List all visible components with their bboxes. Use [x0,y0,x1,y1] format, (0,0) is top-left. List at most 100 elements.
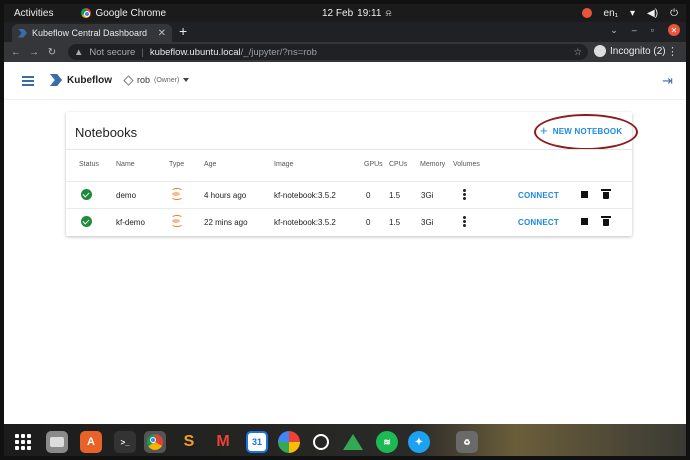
spotify-icon[interactable]: ≋ [376,431,398,453]
ubuntu-status-icon[interactable] [581,8,592,18]
notebook-gpus: 0 [366,191,371,200]
power-icon[interactable]: ⏻ [670,8,678,19]
kubeflow-logo[interactable]: Kubeflow [50,74,112,86]
connect-button[interactable]: CONNECT [518,191,559,200]
column-header-memory[interactable]: Memory [420,161,445,168]
input-language[interactable]: en₁ [604,8,619,19]
jupyter-icon [170,187,183,201]
delete-icon[interactable] [601,216,611,226]
clock-time: 19:11 [357,7,382,19]
browser-toolbar: ← → ↻ ▲ Not secure | kubeflow.ubuntu.loc… [4,42,686,62]
notebooks-card: Notebooks + NEW NOTEBOOK Status Name Typ… [66,112,638,236]
drive-icon[interactable] [342,431,364,453]
notebook-name: kf-demo [116,218,145,227]
incognito-icon [594,45,606,57]
dropdown-caret-icon [183,78,190,82]
url-text: kubeflow.ubuntu.local/_/jupyter/?ns=rob [150,47,317,58]
column-header-cpus[interactable]: CPUs [389,161,407,168]
column-header-age[interactable]: Age [204,161,216,168]
browser-menu-icon[interactable]: ⋮ [667,45,678,58]
browser-tab[interactable]: Kubeflow Central Dashboard ✕ [12,24,172,42]
active-app-name: Google Chrome [95,7,167,19]
volumes-menu-icon[interactable] [463,189,466,200]
clock[interactable]: 12 Feb 19:11 ⍾ [322,8,391,19]
column-header-volumes[interactable]: Volumes [453,161,480,168]
reload-button[interactable]: ↻ [46,47,58,58]
show-apps-icon[interactable] [12,431,34,453]
logout-icon[interactable]: ⇥ [662,74,676,88]
namespace-cube-icon [123,74,134,86]
url-path: /_/jupyter/?ns=rob [240,46,317,58]
clock-date: 12 Feb [322,7,354,19]
column-header-image[interactable]: Image [274,161,293,168]
connect-button[interactable]: CONNECT [518,218,559,227]
tab-search-icon[interactable]: ⌄ [610,25,618,36]
kubeflow-mark-icon [50,74,62,86]
tab-strip: Kubeflow Central Dashboard ✕ + ⌄ – ▫ ✕ [4,22,686,42]
incognito-label: Incognito (2) [610,45,666,57]
kubeflow-brand: Kubeflow [67,74,112,86]
minimize-button[interactable]: – [632,25,637,35]
incognito-profile-button[interactable]: Incognito (2) [594,45,666,57]
status-ready-icon [81,216,92,227]
column-header-gpus[interactable]: GPUs [364,161,383,168]
notebook-gpus: 0 [366,218,371,227]
separator: | [141,46,144,58]
column-header-type[interactable]: Type [169,161,184,168]
dock: A >_ S M 31 ≋ ✦ ♻ [4,424,686,459]
trash-icon[interactable]: ♻ [456,431,478,453]
calendar-icon[interactable]: 31 [246,431,268,453]
hamburger-menu-icon[interactable] [22,76,34,86]
forward-button[interactable]: → [28,47,40,58]
bookmark-star-icon[interactable]: ☆ [573,47,582,58]
card-title: Notebooks [75,125,138,140]
chrome-dock-icon[interactable] [144,431,166,453]
kubeflow-header: Kubeflow rob (Owner) ⇥ [4,62,686,100]
notebook-age: 4 hours ago [204,191,247,200]
column-header-name[interactable]: Name [116,161,135,168]
security-label: Not secure [89,46,136,58]
tab-title: Kubeflow Central Dashboard [32,28,148,38]
software-icon[interactable]: A [80,431,102,453]
address-bar[interactable]: ▲ Not secure | kubeflow.ubuntu.local/_/j… [68,44,588,60]
kubeflow-favicon-icon [18,28,27,38]
table-row: kf-demo 22 mins ago kf-notebook:3.5.2 0 … [66,208,632,235]
notebook-image: kf-notebook:3.5.2 [274,191,336,200]
wifi-icon[interactable]: ▾ [630,8,635,19]
active-app-menu[interactable]: Google Chrome [81,8,166,19]
divider [66,149,632,150]
files-icon[interactable] [46,431,68,453]
delete-icon[interactable] [601,189,611,199]
namespace-selector[interactable]: rob (Owner) [123,74,190,86]
notification-bell-icon: ⍾ [385,7,392,18]
sublime-text-icon[interactable]: S [178,431,200,453]
column-header-status[interactable]: Status [79,161,99,168]
warning-icon[interactable]: ▲ [74,47,83,58]
notebook-cpus: 1.5 [389,218,401,227]
running-indicator [123,456,126,459]
terminal-icon[interactable]: >_ [114,431,136,453]
window-close-button[interactable]: ✕ [668,24,680,36]
photos-icon[interactable] [278,431,300,453]
back-button[interactable]: ← [10,47,22,58]
volumes-menu-icon[interactable] [463,216,466,227]
tab-close-icon[interactable]: ✕ [158,28,166,39]
chrome-icon [81,8,92,18]
notebook-cpus: 1.5 [389,191,401,200]
stop-icon[interactable] [581,191,588,198]
twitter-icon[interactable]: ✦ [408,431,430,453]
screen: Activities Google Chrome 12 Feb 19:11 ⍾ … [0,0,690,460]
activities-button[interactable]: Activities [14,8,53,19]
namespace-name: rob [137,75,151,85]
jupyter-icon [170,214,183,228]
stop-icon[interactable] [581,218,588,225]
circle-app-icon[interactable] [310,431,332,453]
maximize-button[interactable]: ▫ [651,25,654,35]
notebook-age: 22 mins ago [204,218,248,227]
namespace-role: (Owner) [154,76,180,84]
running-indicator [153,456,156,459]
notebook-memory: 3Gi [421,191,434,200]
new-tab-button[interactable]: + [179,23,187,39]
gmail-icon[interactable]: M [212,431,234,453]
volume-icon[interactable]: ◀) [647,8,658,19]
